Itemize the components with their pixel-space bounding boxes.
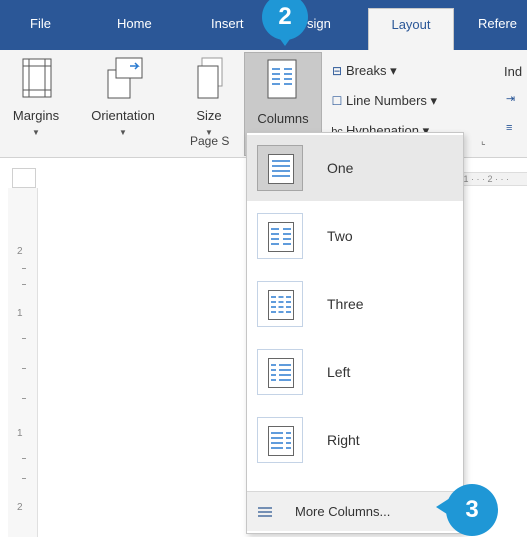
page-setup-group-label: Page S <box>190 134 230 148</box>
tab-file[interactable]: File <box>30 8 51 40</box>
line-numbers-label: Line Numbers ▾ <box>346 93 438 108</box>
columns-option-three[interactable]: Three <box>247 271 463 337</box>
right-column-icon <box>257 417 303 463</box>
columns-option-label: Right <box>327 432 360 448</box>
step-3-callout: 3 <box>436 484 498 536</box>
ruler-tick <box>22 284 26 285</box>
breaks-button[interactable]: ⊟ Breaks ▾ <box>328 60 397 82</box>
columns-option-label: Left <box>327 364 351 380</box>
columns-option-left[interactable]: Left <box>247 339 463 405</box>
columns-label: Columns <box>257 111 309 126</box>
dialog-launcher-icon[interactable]: ⌞ <box>481 136 486 147</box>
callout-pointer-icon <box>436 498 450 516</box>
indent-right-icon[interactable]: ≡ <box>506 122 526 136</box>
ruler-tick <box>22 268 26 269</box>
columns-option-two[interactable]: Two <box>247 203 463 269</box>
size-icon <box>197 57 223 99</box>
ruler-tick <box>22 458 26 459</box>
margins-icon <box>22 58 52 98</box>
columns-option-label: Two <box>327 228 353 244</box>
indent-left-icon[interactable]: ⇥ <box>506 92 526 106</box>
orientation-icon <box>107 57 143 99</box>
ruler-number: 2 <box>17 502 23 513</box>
vertical-ruler[interactable]: 2 1 1 2 <box>8 188 38 537</box>
two-columns-icon <box>257 213 303 259</box>
step-2-number: 2 <box>278 3 292 30</box>
columns-option-label: Three <box>327 296 364 312</box>
callout-pointer-icon <box>275 32 295 46</box>
left-column-icon <box>257 349 303 395</box>
orientation-caret-icon: ▼ <box>119 128 127 137</box>
line-numbers-icon: ☐ <box>331 94 343 108</box>
more-columns-menu-item[interactable]: More Columns... <box>247 491 463 531</box>
margins-caret-icon: ▼ <box>32 128 40 137</box>
orientation-label: Orientation <box>91 108 155 123</box>
ruler-tick <box>22 398 26 399</box>
tab-design[interactable]: sign <box>307 8 331 40</box>
ruler-tick <box>22 478 26 479</box>
more-columns-label: More Columns... <box>295 504 391 519</box>
margins-button[interactable]: Margins ▼ <box>4 52 68 144</box>
horizontal-ruler[interactable]: · 1 · · · 2 · · · <box>458 172 527 186</box>
three-columns-icon <box>257 281 303 327</box>
breaks-icon: ⊟ <box>331 64 343 78</box>
step-3-number: 3 <box>465 496 479 523</box>
columns-dropdown-menu: One Two Three Left Right More Columns... <box>246 132 464 534</box>
ruler-tick <box>22 338 26 339</box>
tab-home[interactable]: Home <box>117 8 152 40</box>
breaks-label: Breaks ▾ <box>346 63 397 78</box>
tab-layout[interactable]: Layout <box>368 8 454 50</box>
ruler-tick <box>22 368 26 369</box>
tab-insert[interactable]: Insert <box>211 8 244 40</box>
one-column-icon <box>257 145 303 191</box>
ruler-number: 1 <box>17 428 23 439</box>
ruler-number: 1 <box>17 308 23 319</box>
margins-label: Margins <box>12 108 60 123</box>
orientation-button[interactable]: Orientation ▼ <box>72 52 174 144</box>
columns-option-one[interactable]: One <box>247 135 463 201</box>
columns-option-label: One <box>327 160 354 176</box>
line-numbers-button[interactable]: ☐ Line Numbers ▾ <box>328 90 437 112</box>
ruler-number: 2 <box>17 246 23 257</box>
indent-label: Ind <box>504 64 523 79</box>
tab-selector[interactable] <box>12 168 36 188</box>
columns-option-right[interactable]: Right <box>247 407 463 473</box>
tab-references[interactable]: Refere <box>478 8 517 40</box>
size-label: Size <box>196 108 222 123</box>
size-button[interactable]: Size ▼ <box>186 52 232 144</box>
columns-icon <box>267 59 297 99</box>
more-columns-icon <box>258 507 272 517</box>
